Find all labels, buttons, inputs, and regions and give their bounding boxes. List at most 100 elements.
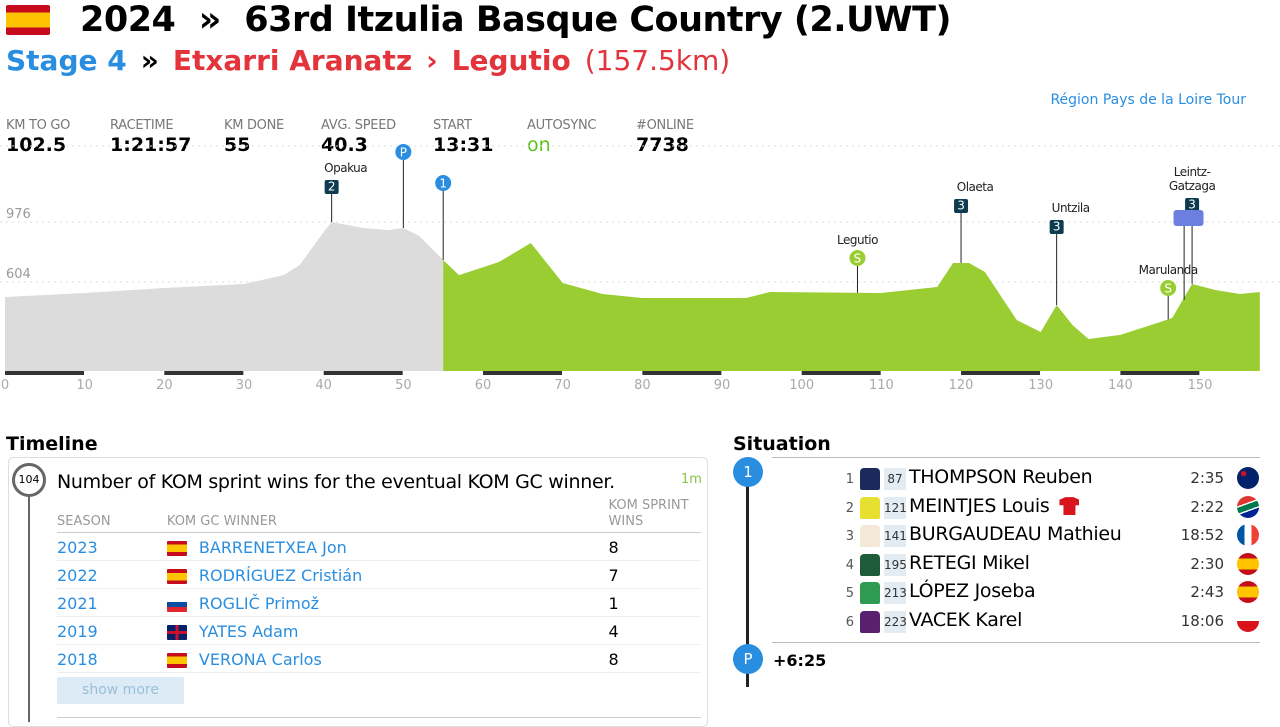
peloton-badge[interactable]: P xyxy=(733,644,763,674)
col-wins: KOM SPRINT WINS xyxy=(608,498,701,533)
rider-position: 5 xyxy=(845,586,854,602)
team-jersey-icon xyxy=(860,525,880,548)
rider-bib: 87 xyxy=(884,468,906,490)
axis-segment xyxy=(323,371,403,375)
x-tick-label: 90 xyxy=(714,378,731,390)
rider-name[interactable]: RETEGI Mikel xyxy=(909,552,1030,574)
rider-time: 18:06 xyxy=(1180,612,1224,630)
sponsor-link[interactable]: Région Pays de la Loire Tour xyxy=(1050,92,1246,108)
marker-badge: S xyxy=(1164,282,1172,296)
col-winner: KOM GC WINNER xyxy=(166,498,609,533)
marker-name: Opakua xyxy=(324,161,367,175)
rider-position: 3 xyxy=(845,529,854,545)
winner-link[interactable]: VERONA Carlos xyxy=(199,650,322,669)
rider-name[interactable]: BURGAUDEAU Mathieu xyxy=(909,523,1122,545)
rider-row[interactable]: 5 213 LÓPEZ Joseba 2:43 xyxy=(840,580,1260,608)
marker-name: Leintz-Gatzaga xyxy=(1169,165,1216,193)
peloton-gap: +6:25 xyxy=(773,651,827,670)
col-season: SEASON xyxy=(57,498,167,533)
rider-position: 4 xyxy=(845,557,854,573)
axis-segment xyxy=(961,371,1041,375)
flag-cz-icon xyxy=(1237,610,1259,632)
season-link[interactable]: 2019 xyxy=(57,616,167,645)
winner-link[interactable]: YATES Adam xyxy=(199,622,299,641)
marker-badge: P xyxy=(400,146,407,160)
wins-value: 7 xyxy=(608,560,701,589)
marker-badge: S xyxy=(854,252,862,266)
rider-name[interactable]: LÓPEZ Joseba xyxy=(909,580,1036,602)
kom-jersey-icon xyxy=(1059,497,1080,516)
x-tick-label: 130 xyxy=(1028,378,1053,390)
season-link[interactable]: 2018 xyxy=(57,644,167,673)
divider xyxy=(772,642,1260,643)
rider-row[interactable]: 1 87 THOMPSON Reuben 2:35 xyxy=(840,466,1260,494)
flag-nz-icon xyxy=(1237,467,1259,489)
flag-es-icon xyxy=(1237,581,1259,604)
rider-position: 1 xyxy=(845,472,854,487)
rider-name[interactable]: VACEK Karel xyxy=(909,609,1022,631)
team-jersey-icon xyxy=(860,582,880,605)
stat-label: KM TO GO xyxy=(6,118,71,133)
stat-label: KM DONE xyxy=(224,118,284,133)
rider-bib: 141 xyxy=(884,525,907,548)
axis-segment xyxy=(1120,371,1200,375)
stat-label: AUTOSYNC xyxy=(527,118,597,133)
rider-bib: 223 xyxy=(884,611,907,633)
flag-es-icon xyxy=(166,541,187,556)
group-badge[interactable]: 1 xyxy=(733,457,763,487)
rider-row[interactable]: 2 121 MEINTJES Louis 2:22 xyxy=(840,495,1260,523)
rider-name[interactable]: THOMPSON Reuben xyxy=(909,466,1093,488)
rider-position: 2 xyxy=(845,500,854,516)
race-vehicle-icon xyxy=(1173,210,1204,226)
x-tick-label: 140 xyxy=(1108,378,1133,390)
season-link[interactable]: 2023 xyxy=(57,532,167,561)
flag-fr-icon xyxy=(1237,524,1259,547)
wins-value: 1 xyxy=(608,588,701,617)
flag-gb-icon xyxy=(166,625,187,640)
timeline-line xyxy=(28,492,30,722)
team-jersey-icon xyxy=(860,553,880,576)
flag-es-icon xyxy=(166,653,187,668)
rider-name[interactable]: MEINTJES Louis xyxy=(909,495,1080,517)
situation-heading: Situation xyxy=(733,433,831,455)
rider-row[interactable]: 6 223 VACEK Karel 18:06 xyxy=(840,609,1260,637)
rider-bib: 195 xyxy=(884,553,907,576)
stat-label: START xyxy=(433,118,472,133)
x-tick-label: 110 xyxy=(869,378,894,390)
x-tick-label: 100 xyxy=(789,378,814,390)
divider xyxy=(57,717,701,718)
marker-badge: 3 xyxy=(957,199,965,213)
profile-area-done xyxy=(5,222,444,371)
winner-link[interactable]: ROGLIČ Primož xyxy=(199,594,319,613)
rider-time: 2:35 xyxy=(1190,469,1224,487)
timeline-heading: Timeline xyxy=(6,433,98,455)
race-title: 2024 » 63rd Itzulia Basque Country (2.UW… xyxy=(80,0,951,40)
marker-name: Olaeta xyxy=(957,180,994,194)
x-tick-label: 10 xyxy=(76,378,93,390)
y-tick-label: 604 xyxy=(6,267,31,282)
show-more-button[interactable]: show more xyxy=(57,677,184,704)
rider-time: 2:30 xyxy=(1190,554,1224,573)
spain-flag-icon xyxy=(6,5,50,35)
team-jersey-icon xyxy=(860,496,880,519)
table-row: 2021 ROGLIČ Primož 1 xyxy=(57,588,701,617)
kom-history-table: SEASON KOM GC WINNER KOM SPRINT WINS 202… xyxy=(57,498,701,673)
winner-link[interactable]: BARRENETXEA Jon xyxy=(199,538,347,557)
x-tick-label: 20 xyxy=(156,378,173,390)
marker-badge: 2 xyxy=(328,180,336,194)
x-tick-label: 50 xyxy=(395,378,412,390)
x-tick-label: 40 xyxy=(315,378,332,390)
marker-badge: 3 xyxy=(1053,220,1061,234)
rider-time: 2:22 xyxy=(1190,497,1224,516)
flag-es-icon xyxy=(166,569,187,584)
rider-row[interactable]: 4 195 RETEGI Mikel 2:30 xyxy=(840,552,1260,580)
winner-link[interactable]: RODRÍGUEZ Cristián xyxy=(199,566,362,585)
rider-bib: 121 xyxy=(884,496,907,519)
x-tick-label: 120 xyxy=(949,378,974,390)
rider-row[interactable]: 3 141 BURGAUDEAU Mathieu 18:52 xyxy=(840,523,1260,551)
season-link[interactable]: 2021 xyxy=(57,588,167,617)
team-jersey-icon xyxy=(860,468,880,490)
team-jersey-icon xyxy=(860,611,880,633)
x-tick-label: 60 xyxy=(475,378,492,390)
season-link[interactable]: 2022 xyxy=(57,560,167,589)
